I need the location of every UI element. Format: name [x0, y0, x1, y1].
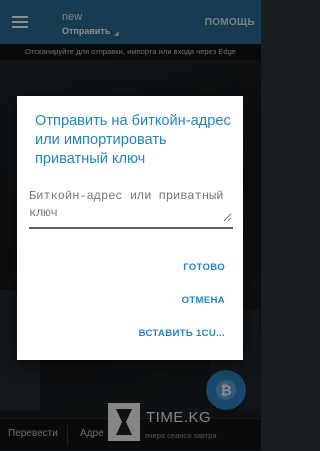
done-button[interactable]: ГОТОВО: [183, 262, 225, 273]
send-address-dialog: Отправить на биткойн-адрес или импортиро…: [17, 96, 243, 360]
cancel-button[interactable]: ОТМЕНА: [182, 295, 225, 306]
address-input[interactable]: [29, 188, 232, 222]
dialog-title: Отправить на биткойн-адрес или импортиро…: [35, 113, 231, 167]
input-underline: [29, 227, 233, 229]
paste-button[interactable]: ВСТАВИТЬ 1CU...: [139, 328, 225, 339]
